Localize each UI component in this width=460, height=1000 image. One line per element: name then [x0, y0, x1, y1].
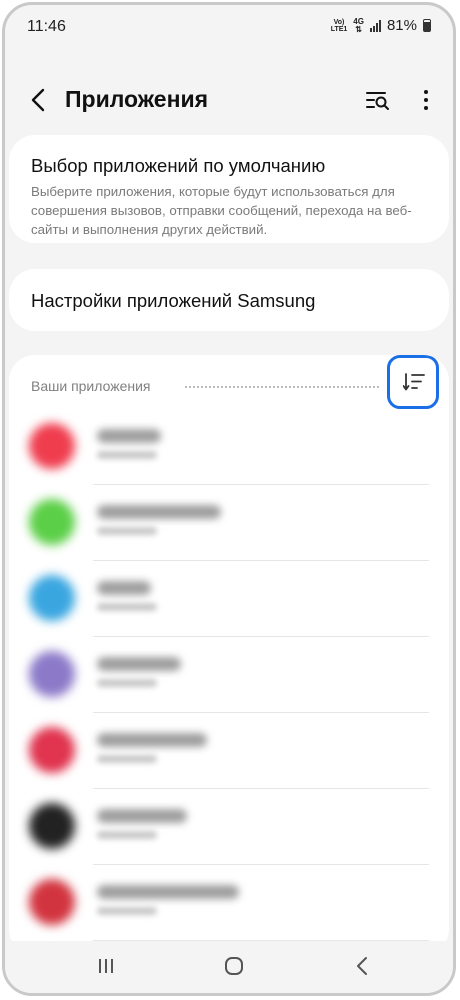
app-size-blurred	[97, 755, 157, 763]
back-icon[interactable]	[27, 87, 51, 113]
status-icons: Vo) LTE1 4G ⇅ 81%	[331, 17, 431, 34]
default-apps-description: Выберите приложения, которые будут испол…	[31, 184, 412, 237]
app-size-blurred	[97, 603, 157, 611]
app-list-item[interactable]	[9, 561, 449, 637]
more-icon[interactable]	[419, 88, 433, 112]
app-list-item[interactable]	[9, 865, 449, 941]
phone-screen: 11:46 Vo) LTE1 4G ⇅ 81% Приложения Выбор…	[2, 2, 456, 996]
volte-indicator: Vo) LTE1	[331, 19, 348, 33]
app-icon	[29, 499, 75, 545]
app-icon	[29, 651, 75, 697]
app-name-blurred	[97, 733, 207, 747]
your-apps-section-title: Ваши приложения	[31, 378, 151, 394]
page-title: Приложения	[65, 86, 209, 112]
app-icon	[29, 803, 75, 849]
app-name-blurred	[97, 809, 187, 823]
sort-button[interactable]	[387, 355, 439, 409]
signal-icon	[369, 19, 381, 32]
volte-label: Vo)	[333, 18, 345, 26]
data-indicator: 4G ⇅	[353, 17, 364, 34]
battery-icon	[423, 19, 431, 32]
home-icon[interactable]	[224, 956, 244, 976]
default-apps-title: Выбор приложений по умолчанию	[31, 155, 326, 176]
your-apps-card: Ваши приложения	[9, 355, 449, 955]
nav-back-icon[interactable]	[355, 956, 369, 976]
app-list-item[interactable]	[9, 789, 449, 865]
app-size-blurred	[97, 907, 157, 915]
app-bar: Приложения	[5, 75, 453, 125]
app-size-blurred	[97, 527, 157, 535]
status-bar: 11:46 Vo) LTE1 4G ⇅ 81%	[5, 5, 453, 49]
samsung-app-settings-card[interactable]: Настройки приложений Samsung	[9, 269, 449, 331]
app-name-blurred	[97, 885, 239, 899]
app-size-blurred	[97, 679, 157, 687]
app-size-blurred	[97, 831, 157, 839]
app-name-blurred	[97, 581, 151, 595]
app-list-item[interactable]	[9, 713, 449, 789]
lte-label: LTE1	[330, 25, 348, 33]
sort-icon	[403, 373, 425, 391]
samsung-app-settings-title: Настройки приложений Samsung	[31, 290, 316, 311]
app-name-blurred	[97, 429, 161, 443]
app-list-item[interactable]	[9, 637, 449, 713]
app-list-item[interactable]	[9, 409, 449, 485]
app-size-blurred	[97, 451, 157, 459]
navigation-bar	[5, 941, 453, 993]
battery-percent: 81%	[386, 17, 417, 34]
app-name-blurred	[97, 657, 181, 671]
app-icon	[29, 423, 75, 469]
data-arrows-icon: ⇅	[355, 24, 362, 34]
app-icon	[29, 879, 75, 925]
app-name-blurred	[97, 505, 221, 519]
app-icon	[29, 575, 75, 621]
status-time: 11:46	[27, 18, 66, 35]
section-divider	[185, 386, 379, 388]
default-apps-card[interactable]: Выбор приложений по умолчанию Выберите п…	[9, 135, 449, 243]
app-icon	[29, 727, 75, 773]
app-list-item[interactable]	[9, 485, 449, 561]
recent-apps-icon[interactable]	[97, 957, 115, 975]
search-list-icon[interactable]	[365, 88, 391, 112]
